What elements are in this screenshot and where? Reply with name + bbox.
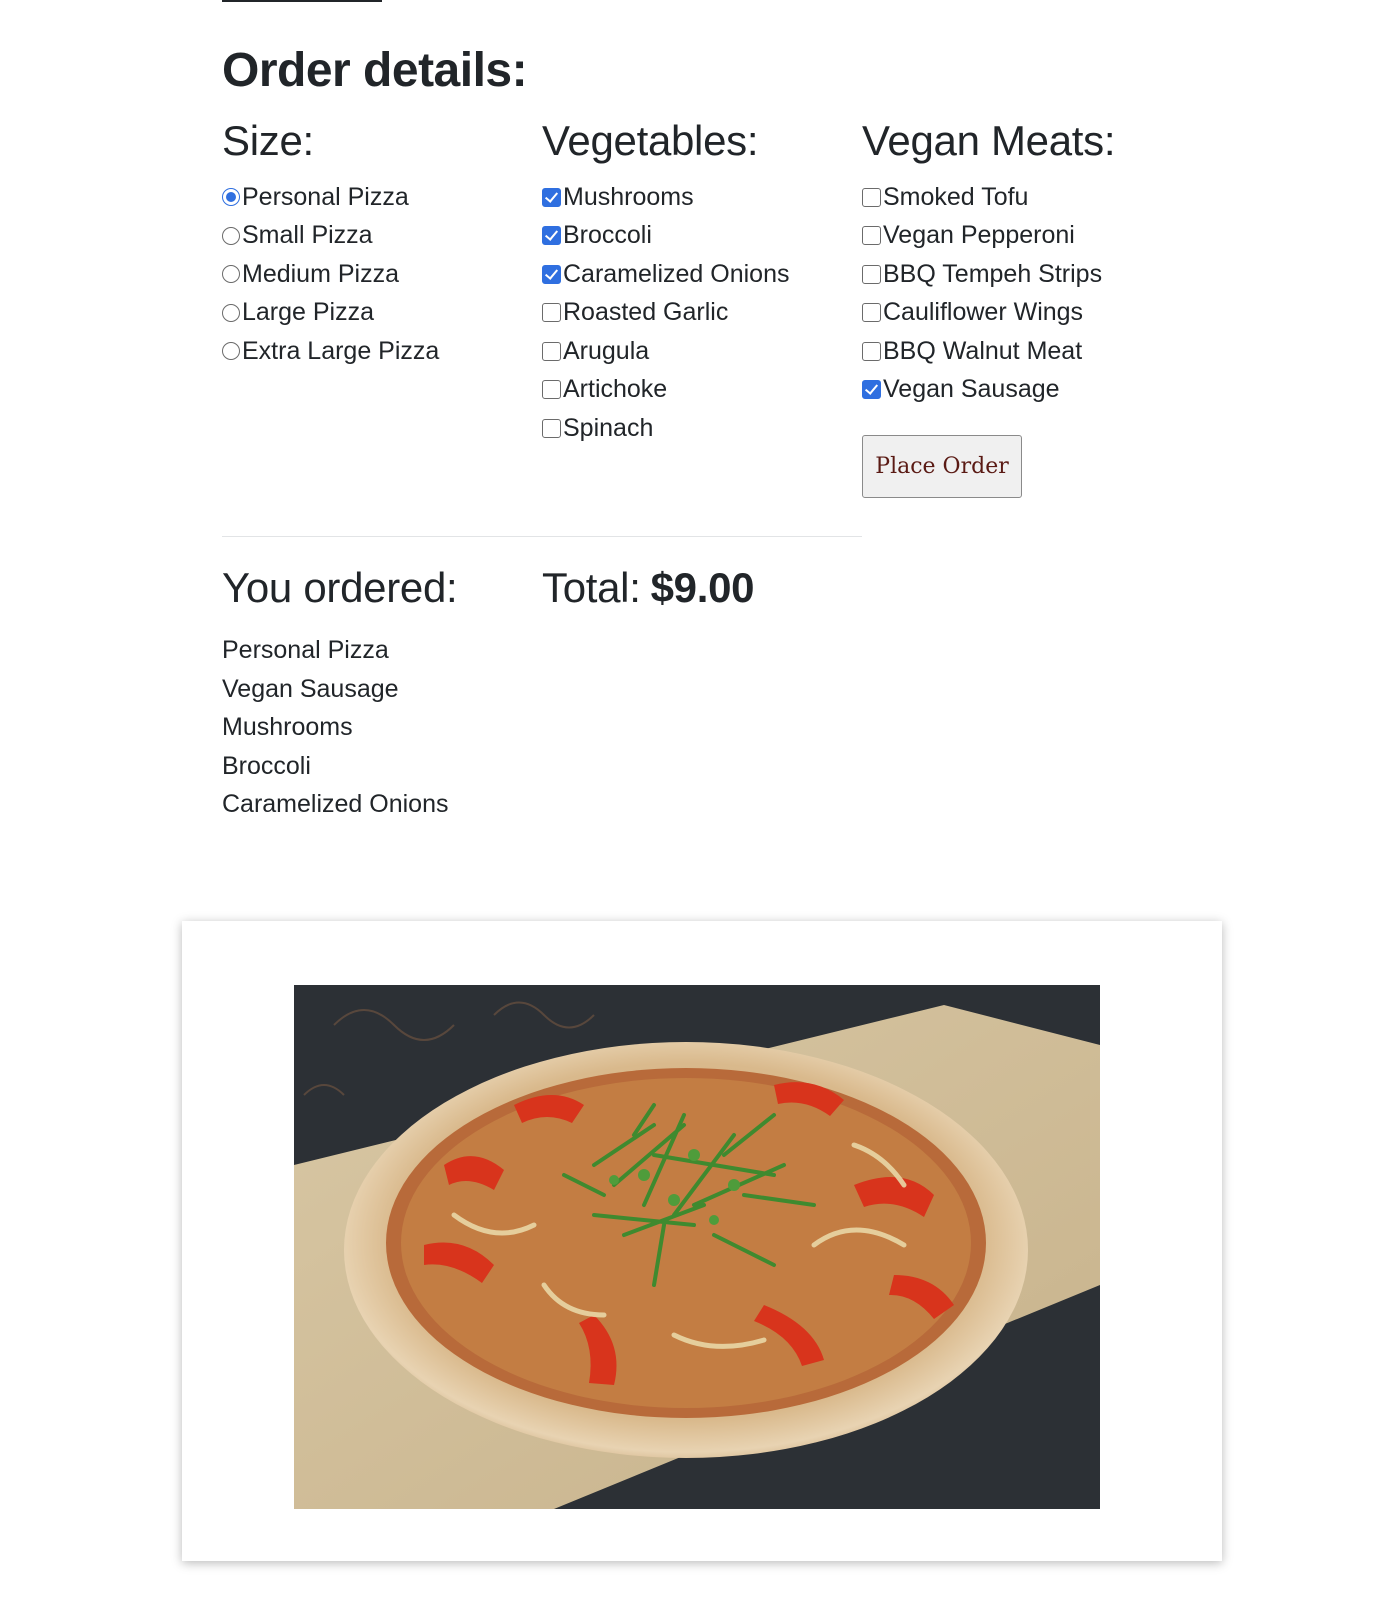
option-label[interactable]: Small Pizza <box>242 223 373 248</box>
option-label[interactable]: Medium Pizza <box>242 261 399 287</box>
option-label[interactable]: Large Pizza <box>242 300 374 325</box>
option-label[interactable]: Roasted Garlic <box>563 300 728 325</box>
option-spinach[interactable]: Spinach <box>542 409 852 448</box>
vegetables-heading: Vegetables: <box>542 117 759 164</box>
option-small-pizza[interactable]: Small Pizza <box>222 217 532 256</box>
checkbox-artichoke[interactable] <box>542 380 561 400</box>
size-heading: Size: <box>222 117 314 164</box>
option-caramelized-onions[interactable]: Caramelized Onions <box>542 255 852 294</box>
option-vegan-sausage[interactable]: Vegan Sausage <box>862 371 1192 410</box>
size-column: Size: Personal Pizza Small Pizza Medium Pi… <box>222 118 532 371</box>
checkbox-roasted-garlic[interactable] <box>542 303 561 323</box>
ordered-item: Personal Pizza <box>222 636 389 664</box>
checkbox-spinach[interactable] <box>542 418 561 438</box>
checkbox-vegan-sausage[interactable] <box>862 380 881 400</box>
option-label[interactable]: Vegan Sausage <box>883 377 1060 402</box>
size-options: Personal Pizza Small Pizza Medium Pizza Lar… <box>222 178 532 371</box>
checkbox-caramelized-onions[interactable] <box>542 264 561 284</box>
option-mushrooms[interactable]: Mushrooms <box>542 178 852 217</box>
option-medium-pizza[interactable]: Medium Pizza <box>222 255 532 294</box>
divider <box>222 536 862 537</box>
option-artichoke[interactable]: Artichoke <box>542 371 852 410</box>
radio-medium-pizza[interactable] <box>222 265 240 284</box>
ordered-item: Vegan Sausage <box>222 674 399 703</box>
option-smoked-tofu[interactable]: Smoked Tofu <box>862 178 1192 217</box>
option-label[interactable]: Cauliflower Wings <box>883 300 1083 325</box>
ordered-item: Caramelized Onions <box>222 790 449 818</box>
vegan-meats-heading: Vegan Meats: <box>862 117 1116 164</box>
option-label[interactable]: Artichoke <box>563 377 667 402</box>
pizza-illustration <box>294 985 1100 1509</box>
option-cauliflower-wings[interactable]: Cauliflower Wings <box>862 294 1192 333</box>
option-label[interactable]: Smoked Tofu <box>883 184 1028 210</box>
option-label[interactable]: Mushrooms <box>563 184 694 210</box>
checkbox-arugula[interactable] <box>542 341 561 361</box>
checkbox-broccoli[interactable] <box>542 226 561 246</box>
place-order-button[interactable]: Place Order <box>862 435 1022 498</box>
checkbox-cauliflower-wings[interactable] <box>862 303 881 323</box>
order-details-heading: Order details: <box>222 44 528 97</box>
vegetables-column: Vegetables: Mushrooms Broccoli Caramelized… <box>542 118 852 448</box>
vegan-meat-options: Smoked Tofu Vegan Pepperoni BBQ Tempeh Str… <box>862 178 1192 409</box>
option-label[interactable]: Extra Large Pizza <box>242 338 439 364</box>
option-label[interactable]: Broccoli <box>563 223 652 248</box>
checkbox-mushrooms[interactable] <box>542 187 561 207</box>
pizza-photo <box>294 985 1100 1509</box>
option-personal-pizza[interactable]: Personal Pizza <box>222 178 532 217</box>
option-label[interactable]: BBQ Walnut Meat <box>883 338 1082 364</box>
option-arugula[interactable]: Arugula <box>542 332 852 371</box>
checkbox-bbq-walnut-meat[interactable] <box>862 341 881 361</box>
you-ordered-heading: You ordered: <box>222 564 458 611</box>
option-vegan-pepperoni[interactable]: Vegan Pepperoni <box>862 217 1192 256</box>
ordered-items-list: Personal Pizza Vegan Sausage Mushrooms Broc… <box>222 631 449 824</box>
option-label[interactable]: Vegan Pepperoni <box>883 223 1075 248</box>
radio-personal-pizza[interactable] <box>222 188 240 207</box>
radio-large-pizza[interactable] <box>222 303 240 322</box>
radio-small-pizza[interactable] <box>222 226 240 245</box>
option-roasted-garlic[interactable]: Roasted Garlic <box>542 294 852 333</box>
option-bbq-tempeh-strips[interactable]: BBQ Tempeh Strips <box>862 255 1192 294</box>
total-heading: Total: $9.00 <box>542 564 755 611</box>
total-label: Total: <box>542 564 641 611</box>
checkbox-bbq-tempeh-strips[interactable] <box>862 264 881 284</box>
option-extra-large-pizza[interactable]: Extra Large Pizza <box>222 332 532 371</box>
radio-extra-large-pizza[interactable] <box>222 342 240 361</box>
option-label[interactable]: Caramelized Onions <box>563 261 790 287</box>
option-label[interactable]: Arugula <box>563 338 649 364</box>
option-large-pizza[interactable]: Large Pizza <box>222 294 532 333</box>
ordered-item: Mushrooms <box>222 713 353 741</box>
top-rule <box>222 0 382 2</box>
vegetable-options: Mushrooms Broccoli Caramelized Onions Roast… <box>542 178 852 448</box>
checkbox-smoked-tofu[interactable] <box>862 187 881 207</box>
total-amount: $9.00 <box>650 564 755 611</box>
option-bbq-walnut-meat[interactable]: BBQ Walnut Meat <box>862 332 1192 371</box>
option-label[interactable]: Spinach <box>563 415 653 441</box>
option-label[interactable]: Personal Pizza <box>242 184 409 210</box>
vegan-meats-column: Vegan Meats: Smoked Tofu Vegan Pepperoni B… <box>862 118 1192 409</box>
pizza-photo-card <box>182 921 1222 1561</box>
ordered-item: Broccoli <box>222 751 311 780</box>
option-label[interactable]: BBQ Tempeh Strips <box>883 261 1102 287</box>
page: Order details: Size: Personal Pizza Small… <box>0 0 1376 1610</box>
option-broccoli[interactable]: Broccoli <box>542 217 852 256</box>
checkbox-vegan-pepperoni[interactable] <box>862 226 881 246</box>
